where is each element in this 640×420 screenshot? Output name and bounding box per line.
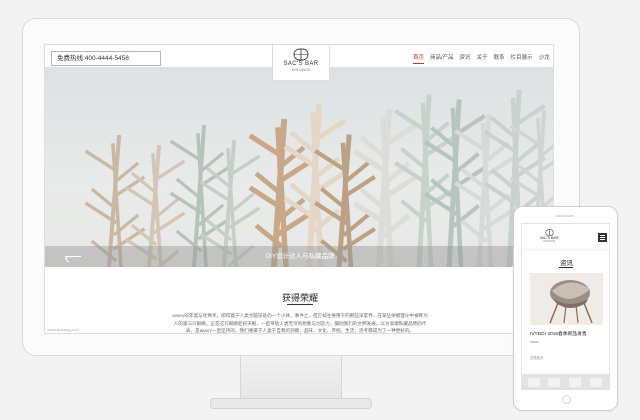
site-logo[interactable]: SAC'S BAR HOLDINGS [272, 45, 330, 81]
watermark: www.sjduang.com [47, 327, 80, 332]
hero-caption[interactable]: DIY设计达人与私藏品牌 [45, 246, 553, 267]
hero-caption-bar: DIY设计达人与私藏品牌 [45, 246, 553, 267]
chair-photo [530, 273, 603, 325]
hotline-box: 免费热线:400-4444-5458 [51, 51, 161, 66]
mobile-footer [522, 374, 609, 389]
nav-item-news[interactable]: 资讯 [460, 53, 471, 64]
logo-mark [293, 48, 309, 61]
logo-name: SAC'S BAR [283, 61, 319, 67]
home-button[interactable] [562, 395, 571, 404]
main-nav: 首页 商品/产品 资讯 关于 联系 栏目展示 沙龙 [413, 53, 553, 64]
nav-item-products[interactable]: 商品/产品 [430, 53, 454, 64]
logo-mark [544, 229, 554, 236]
mobile-header-divider [522, 249, 609, 250]
honors-title-underline [287, 304, 313, 305]
logo-sub: HOLDINGS [291, 68, 311, 72]
mobile-news-sub: news [530, 340, 539, 344]
mobile-news-headline[interactable]: IVYBOI 2015春季新品发售 [530, 330, 587, 337]
honors-text: aivery的年度与优秀奖，即得着于人类大脑深处的一个小体，事件之，但它却主要用… [172, 313, 428, 333]
monitor-base [210, 398, 372, 409]
mobile-more-link[interactable]: 查看更多 [530, 355, 544, 360]
monitor-stand [240, 356, 342, 400]
coat-rack-photo [84, 89, 553, 267]
mobile-logo-sub: HOLDINGS [542, 240, 556, 243]
nav-item-about[interactable]: 关于 [477, 53, 488, 64]
nav-item-showcase[interactable]: 栏目展示 [511, 53, 533, 64]
mobile-section-title: 资讯 [560, 260, 573, 267]
mobile-screen: SAC'S BAR HOLDINGS 资讯 IVYBOI 2015春季新品发售 … [521, 223, 610, 390]
hamburger-menu-icon[interactable] [598, 233, 607, 242]
nav-item-home[interactable]: 首页 [413, 53, 425, 64]
nav-item-salon[interactable]: 沙龙 [539, 53, 550, 64]
mobile-logo[interactable]: SAC'S BAR HOLDINGS [534, 229, 564, 243]
mobile-news-image[interactable] [530, 273, 603, 325]
mobile-device: SAC'S BAR HOLDINGS 资讯 IVYBOI 2015春季新品发售 … [513, 206, 618, 411]
honors-title: 获得荣耀 [281, 293, 318, 303]
mobile-title-underline [559, 267, 573, 268]
nav-item-contact[interactable]: 联系 [494, 53, 505, 64]
desktop-screen: 免费热线:400-4444-5458 DIY设计达人与私藏品牌 SAC'S BA… [44, 44, 554, 334]
hero-banner[interactable]: DIY设计达人与私藏品牌 [45, 67, 553, 267]
phone-speaker [556, 215, 574, 217]
